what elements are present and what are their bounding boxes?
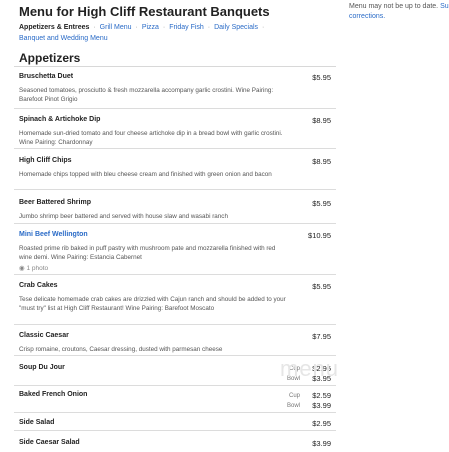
item-price: $5.95 <box>312 73 331 82</box>
menu-item: Beer Battered Shrimp $5.95 Jumbo shrimp … <box>14 199 336 224</box>
nav-separator: · <box>135 24 138 31</box>
item-name: Bruschetta Duet <box>19 73 74 80</box>
nav-separator: · <box>162 24 166 31</box>
page-title: Menu for High Cliff Restaurant Banquets <box>19 4 270 19</box>
item-price: $7.95 <box>312 332 331 341</box>
update-notice: Menu may not be up to date. Su correctio… <box>349 2 449 22</box>
item-price: $5.95 <box>312 199 331 208</box>
menu-item: High Cliff Chips $8.95 Homemade chips to… <box>14 157 336 190</box>
nav-grill-menu[interactable]: Grill Menu <box>100 24 132 31</box>
nav-pizza[interactable]: Pizza <box>142 24 159 31</box>
nav-daily-specials[interactable]: Daily Specials <box>214 24 258 31</box>
menu-category-nav: Appetizers & Entrees · Grill Menu · Pizz… <box>19 22 339 44</box>
item-price: $8.95 <box>312 116 331 125</box>
nav-friday-fish[interactable]: Friday Fish <box>169 24 204 31</box>
size-prices: $2.59 $3.99 <box>312 391 331 411</box>
menu-item: Side Salad $2.95 <box>14 419 336 431</box>
price-cup: $2.59 <box>312 391 331 400</box>
nav-banquet-wedding[interactable]: Banquet and Wedding Menu <box>19 35 108 42</box>
item-price: $3.99 <box>312 439 331 448</box>
nav-separator: · <box>262 24 265 31</box>
menu-item: Mini Beef Wellington $10.95 Roasted prim… <box>14 231 336 275</box>
menu-watermark: menu <box>280 356 340 381</box>
menu-item: Baked French Onion Cup Bowl $2.59 $3.99 <box>14 391 336 413</box>
photo-count: 1 photo <box>26 265 49 272</box>
camera-icon: ◉ <box>19 265 25 272</box>
section-divider <box>14 66 336 67</box>
item-name: High Cliff Chips <box>19 157 72 164</box>
item-description: Roasted prime rib baked in puff pastry w… <box>19 245 276 261</box>
item-price: $8.95 <box>312 157 331 166</box>
item-name: Beer Battered Shrimp <box>19 199 91 206</box>
item-description: Homemade chips topped with bleu cheese c… <box>19 171 272 178</box>
section-title-appetizers: Appetizers <box>19 51 81 65</box>
photo-link[interactable]: ◉ 1 photo <box>19 264 48 272</box>
item-name: Baked French Onion <box>19 391 88 398</box>
size-label-cup: Cup <box>288 393 300 399</box>
item-name: Spinach & Artichoke Dip <box>19 116 101 123</box>
nav-separator: · <box>207 24 211 31</box>
item-description: Jumbo shrimp beer battered and served wi… <box>19 213 228 220</box>
menu-item: Crab Cakes $5.95 Tese delicate homemade … <box>14 282 336 325</box>
item-description: Crisp romaine, croutons, Caesar dressing… <box>19 346 223 353</box>
item-name-link[interactable]: Mini Beef Wellington <box>19 231 88 238</box>
item-price: $2.95 <box>312 419 331 428</box>
size-labels: Cup Bowl <box>287 391 300 411</box>
menu-item: Bruschetta Duet $5.95 Seasoned tomatoes,… <box>14 73 336 109</box>
item-description: Seasoned tomatoes, prosciutto & fresh mo… <box>19 87 274 103</box>
notice-text: Menu may not be up to date. <box>349 3 439 10</box>
item-name: Side Caesar Salad <box>19 439 80 446</box>
menu-item: Spinach & Artichoke Dip $8.95 Homemade s… <box>14 116 336 149</box>
menu-item: Side Caesar Salad $3.99 <box>14 439 336 451</box>
size-label-bowl: Bowl <box>286 403 300 409</box>
item-name: Crab Cakes <box>19 282 58 289</box>
nav-appetizers-entrees[interactable]: Appetizers & Entrees <box>19 24 89 31</box>
item-description: Homemade sun-dried tomato and four chees… <box>19 130 283 146</box>
item-price: $10.95 <box>308 231 331 240</box>
item-name: Side Salad <box>19 419 55 426</box>
item-price: $5.95 <box>312 282 331 291</box>
item-name: Classic Caesar <box>19 332 69 339</box>
item-description: Tese delicate homemade crab cakes are dr… <box>19 296 286 312</box>
menu-item: Classic Caesar $7.95 Crisp romaine, crou… <box>14 332 336 356</box>
price-bowl: $3.99 <box>312 401 331 410</box>
item-name: Soup Du Jour <box>19 364 65 371</box>
nav-separator: · <box>93 24 96 31</box>
